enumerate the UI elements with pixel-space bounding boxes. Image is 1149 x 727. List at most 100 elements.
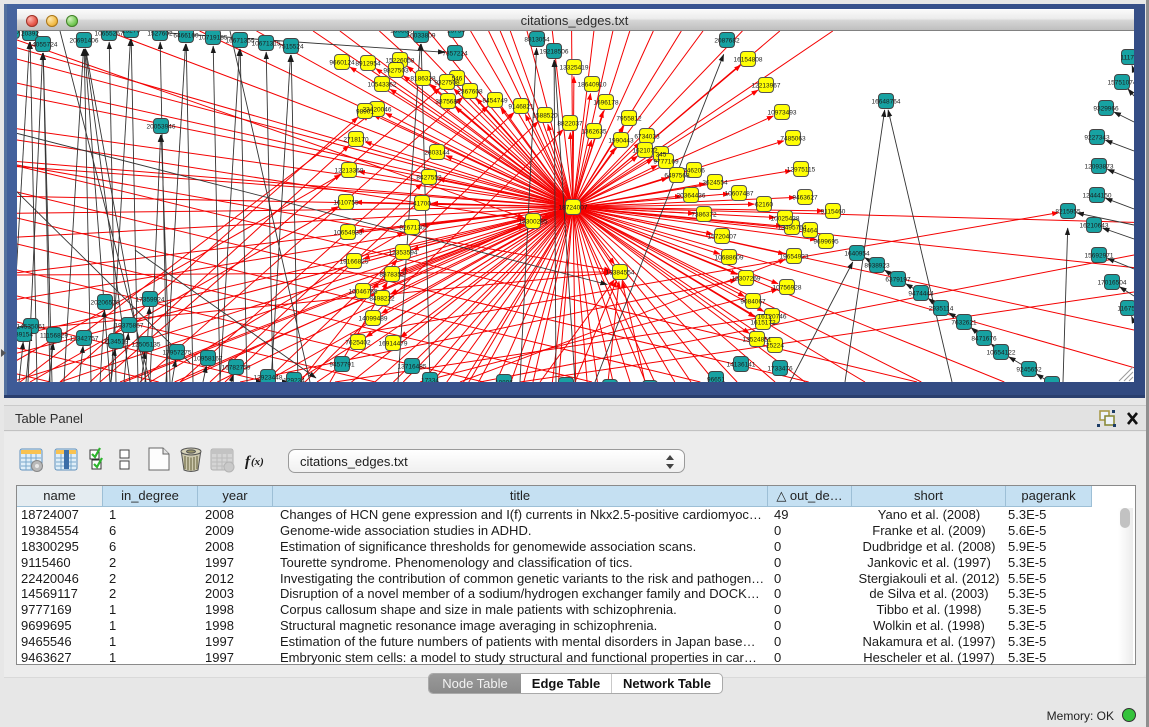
svg-text:15226058: 15226058 (386, 58, 415, 65)
svg-text:1362635: 1362635 (581, 129, 607, 136)
svg-text:12342757: 12342757 (70, 336, 99, 343)
svg-text:98901: 98901 (356, 109, 374, 116)
svg-text:10756928: 10756928 (773, 285, 802, 292)
svg-text:10607487: 10607487 (725, 191, 754, 198)
svg-text:18640910: 18640910 (578, 82, 607, 89)
svg-text:1733476: 1733476 (767, 366, 793, 373)
svg-text:20206576: 20206576 (91, 300, 120, 307)
svg-text:1615172: 1615172 (750, 320, 776, 327)
svg-text:14055724: 14055724 (29, 42, 58, 49)
svg-text:20364436: 20364436 (677, 193, 706, 200)
svg-text:10958167: 10958167 (194, 356, 223, 363)
svg-text:15720407: 15720407 (708, 234, 737, 241)
svg-text:8912954: 8912954 (355, 61, 381, 68)
svg-text:15754: 15754 (447, 31, 465, 35)
svg-text:16154808: 16154808 (734, 57, 763, 64)
svg-text:9459762: 9459762 (1039, 382, 1065, 383)
svg-text:13325419: 13325419 (560, 65, 589, 72)
svg-text:1696178: 1696178 (593, 100, 619, 107)
svg-text:9457791: 9457791 (329, 362, 355, 369)
svg-text:16782759: 16782759 (222, 365, 251, 372)
svg-text:17334: 17334 (421, 378, 439, 383)
svg-text:1405: 1405 (17, 31, 20, 36)
svg-text:8471676: 8471676 (971, 336, 997, 343)
svg-text:12213369: 12213369 (335, 168, 364, 175)
svg-text:19384554: 19384554 (606, 270, 635, 277)
svg-text:12353594: 12353594 (389, 250, 418, 257)
svg-text:1990443: 1990443 (608, 138, 634, 145)
svg-text:14136141: 14136141 (727, 362, 756, 369)
svg-text:12923448: 12923448 (254, 375, 283, 382)
svg-text:17957275: 17957275 (163, 350, 192, 357)
svg-text:8427552: 8427552 (416, 175, 442, 182)
svg-text:7386372: 7386372 (691, 212, 717, 219)
svg-text:13716485: 13716485 (398, 364, 427, 371)
svg-text:6466160: 6466160 (173, 33, 199, 40)
svg-text:9245652: 9245652 (1016, 367, 1042, 374)
svg-text:8813054: 8813054 (524, 37, 550, 44)
svg-text:9227343: 9227343 (1084, 135, 1110, 142)
svg-text:9115460: 9115460 (821, 209, 846, 216)
svg-text:10896: 10896 (495, 380, 513, 383)
svg-text:18307269: 18307269 (732, 276, 761, 283)
svg-text:15276: 15276 (122, 31, 140, 35)
svg-text:6379197: 6379197 (885, 277, 911, 284)
svg-text:9146821: 9146821 (508, 104, 534, 111)
svg-text:1527602: 1527602 (147, 31, 173, 38)
svg-text:8267130: 8267130 (399, 225, 425, 232)
svg-text:8186328: 8186328 (410, 76, 436, 83)
svg-text:16033809: 16033809 (407, 33, 436, 40)
svg-text:3624554: 3624554 (702, 180, 728, 187)
svg-text:17359924: 17359924 (136, 297, 165, 304)
svg-text:9327508: 9327508 (434, 80, 460, 87)
svg-text:8454749: 8454749 (482, 98, 508, 105)
svg-text:10671315: 10671315 (252, 41, 281, 48)
svg-text:15751074: 15751074 (1108, 80, 1134, 87)
svg-text:19166825: 19166825 (340, 259, 369, 266)
svg-text:2935114: 2935114 (929, 306, 954, 313)
svg-text:12444150: 12444150 (1083, 193, 1112, 200)
svg-text:19375867: 19375867 (115, 323, 144, 330)
svg-text:1640954: 1640954 (844, 251, 870, 258)
svg-text:7955812: 7955812 (616, 116, 642, 123)
svg-text:7485063: 7485063 (780, 136, 806, 143)
svg-text:20053946: 20053946 (147, 124, 176, 131)
svg-text:10973493: 10973493 (768, 110, 797, 117)
svg-text:7515524: 7515524 (278, 44, 304, 51)
svg-text:9329966: 9329966 (1093, 106, 1119, 113)
svg-text:10719185: 10719185 (199, 35, 228, 42)
svg-text:18300295: 18300295 (519, 219, 548, 226)
svg-text:10654122: 10654122 (987, 350, 1016, 357)
svg-text:2087682: 2087682 (714, 38, 740, 45)
svg-text:10543362: 10543362 (368, 82, 397, 89)
svg-text:(x): (x) (251, 456, 264, 468)
svg-text:7357224: 7357224 (442, 51, 468, 58)
svg-text:10654933: 10654933 (334, 230, 363, 237)
svg-text:6734023: 6734023 (634, 134, 660, 141)
svg-text:17016504: 17016504 (1098, 280, 1127, 287)
svg-text:10688609: 10688609 (715, 255, 744, 262)
svg-text:10655267: 10655267 (95, 31, 124, 38)
svg-text:9084067: 9084067 (740, 299, 766, 306)
svg-text:11156829: 11156829 (40, 333, 68, 340)
svg-text:1134519: 1134519 (104, 339, 129, 346)
svg-text:18724007: 18724007 (559, 205, 588, 212)
svg-text:96651: 96651 (707, 377, 725, 383)
svg-text:1621072: 1621072 (632, 148, 658, 155)
svg-text:2718170: 2718170 (343, 137, 369, 144)
svg-text:3875685: 3875685 (435, 99, 461, 106)
svg-text:746206: 746206 (683, 168, 705, 175)
svg-text:14099489: 14099489 (359, 316, 388, 323)
svg-text:19218506: 19218506 (540, 49, 569, 56)
svg-text:11178: 11178 (1120, 55, 1134, 62)
svg-text:1588520: 1588520 (532, 113, 558, 120)
svg-text:9777169: 9777169 (653, 159, 679, 166)
svg-text:9474444: 9474444 (908, 291, 934, 298)
svg-text:12505135: 12505135 (132, 342, 161, 349)
svg-text:116753: 116753 (1117, 306, 1134, 313)
svg-text:9463627: 9463627 (792, 195, 818, 202)
svg-text:9660124: 9660124 (329, 60, 355, 67)
svg-text:16648764: 16648764 (872, 99, 901, 106)
svg-text:7632621: 7632621 (951, 320, 977, 327)
svg-text:41700: 41700 (413, 201, 431, 208)
